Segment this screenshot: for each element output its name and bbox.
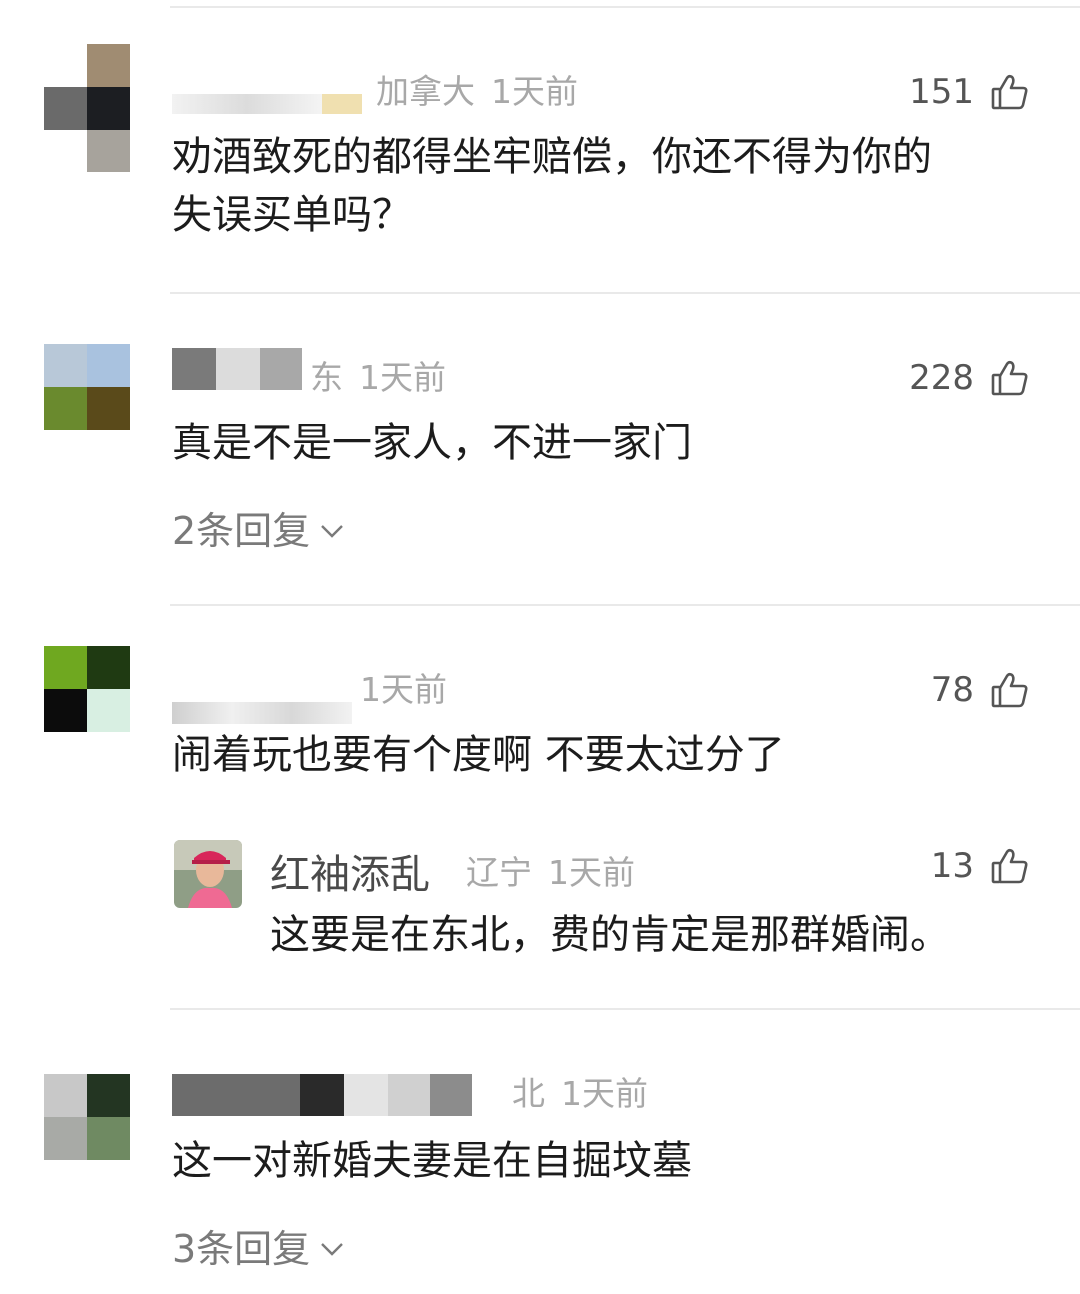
reply-text: 这要是在东北，费的肯定是那群婚闹。 [270,912,950,958]
like-button[interactable]: 228 [909,356,1030,400]
username-blurred[interactable] [172,72,362,114]
region-label: 加拿大 [376,72,475,111]
replies-count: 3条回复 [172,1227,311,1271]
avatar[interactable] [174,840,242,908]
avatar[interactable] [44,1074,130,1160]
view-replies-link[interactable]: 3条回复 [172,1218,346,1273]
timestamp: 1天前 [359,358,446,397]
comment-meta: 加拿大 1天前 [376,72,578,112]
thumbs-up-icon [990,670,1030,710]
comment-meta: 东 1天前 [310,358,446,398]
region-label: 东 [310,358,343,397]
divider [170,1008,1080,1010]
reply-meta: 辽宁 1天前 [466,846,635,894]
chevron-down-icon [318,506,346,550]
region-label: 辽宁 [466,853,532,892]
username-blurred[interactable] [172,348,302,390]
comment-text-line-2: 失误买单吗？ [172,192,412,238]
comment-meta: 1天前 [360,670,447,710]
comment-text: 这一对新婚夫妻是在自掘坟墓 [172,1138,692,1184]
divider [170,604,1080,606]
like-count: 151 [909,72,974,112]
thumbs-up-icon [990,846,1030,886]
timestamp: 1天前 [491,72,578,111]
timestamp: 1天前 [548,853,635,892]
like-button[interactable]: 78 [931,668,1030,712]
comment-meta: 北 1天前 [512,1074,648,1114]
chevron-down-icon [318,1224,346,1268]
comment-text: 真是不是一家人，不进一家门 [172,420,692,466]
reply-username[interactable]: 红袖添乱 [270,842,430,900]
like-count: 78 [930,670,974,710]
avatar[interactable] [44,44,130,172]
thumbs-up-icon [990,72,1030,112]
view-replies-link[interactable]: 2条回复 [172,500,346,555]
thumbs-up-icon [990,358,1030,398]
top-divider [170,6,1080,8]
username-blurred[interactable] [172,1074,472,1116]
divider [170,292,1080,294]
comment-text-line-1: 劝酒致死的都得坐牢赔偿，你还不得为你的 [172,134,932,180]
like-count: 228 [909,358,974,398]
region-label: 北 [512,1074,545,1113]
comment-text: 闹着玩也要有个度啊 不要太过分了 [172,732,785,778]
username-blurred[interactable] [172,682,352,724]
timestamp: 1天前 [561,1074,648,1113]
like-button[interactable]: 151 [909,70,1030,114]
avatar[interactable] [44,646,130,732]
like-count: 13 [930,846,974,886]
avatar[interactable] [44,344,130,430]
replies-count: 2条回复 [172,509,311,553]
timestamp: 1天前 [360,670,447,709]
like-button[interactable]: 13 [931,844,1030,888]
